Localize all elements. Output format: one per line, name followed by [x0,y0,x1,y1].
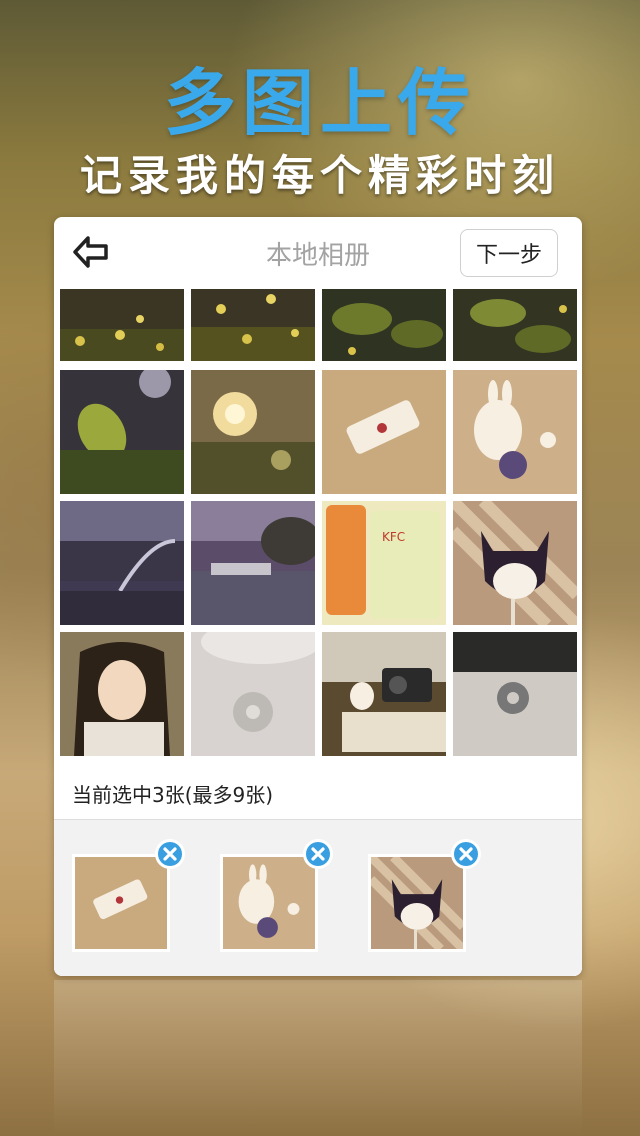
selected-photo[interactable] [220,839,333,952]
photo-thumbnail[interactable] [191,289,315,361]
card-header: 本地相册 下一步 [54,217,582,289]
photo-thumbnail[interactable] [60,370,184,494]
photo-thumbnail[interactable] [453,501,577,625]
photo-thumbnail[interactable] [191,632,315,756]
remove-icon[interactable] [450,838,482,870]
selected-photo-thumbnail [367,853,467,953]
selected-photo[interactable] [72,839,185,952]
selection-count-text: 当前选中3张(最多9张) [72,783,274,807]
selected-photos-tray [54,820,582,976]
photo-thumbnail[interactable]: KFC [322,501,446,625]
photo-thumbnail[interactable] [322,632,446,756]
photo-grid: KFC [60,289,580,759]
next-step-button[interactable]: 下一步 [460,229,558,277]
photo-thumbnail[interactable] [60,501,184,625]
photo-thumbnail[interactable] [60,289,184,361]
photo-thumbnail[interactable] [453,370,577,494]
photo-thumbnail[interactable] [453,632,577,756]
hero-title: 多图上传 [163,61,476,145]
selected-photo-thumbnail [75,857,167,949]
svg-text:KFC: KFC [382,530,405,544]
photo-thumbnail[interactable] [191,501,315,625]
photo-thumbnail[interactable] [322,370,446,494]
remove-icon[interactable] [302,838,334,870]
card-reflection [54,980,582,1136]
album-card: 本地相册 下一步 KFC 当前选中3张(最多9张) [54,217,582,976]
photo-thumbnail[interactable] [60,632,184,756]
photo-thumbnail[interactable] [453,289,577,361]
remove-icon[interactable] [154,838,186,870]
selected-photo[interactable] [367,839,481,953]
selected-photo-thumbnail [223,857,315,949]
hero-subtitle: 记录我的每个精彩时刻 [79,151,560,200]
photo-thumbnail[interactable] [191,370,315,494]
photo-thumbnail[interactable] [322,289,446,361]
